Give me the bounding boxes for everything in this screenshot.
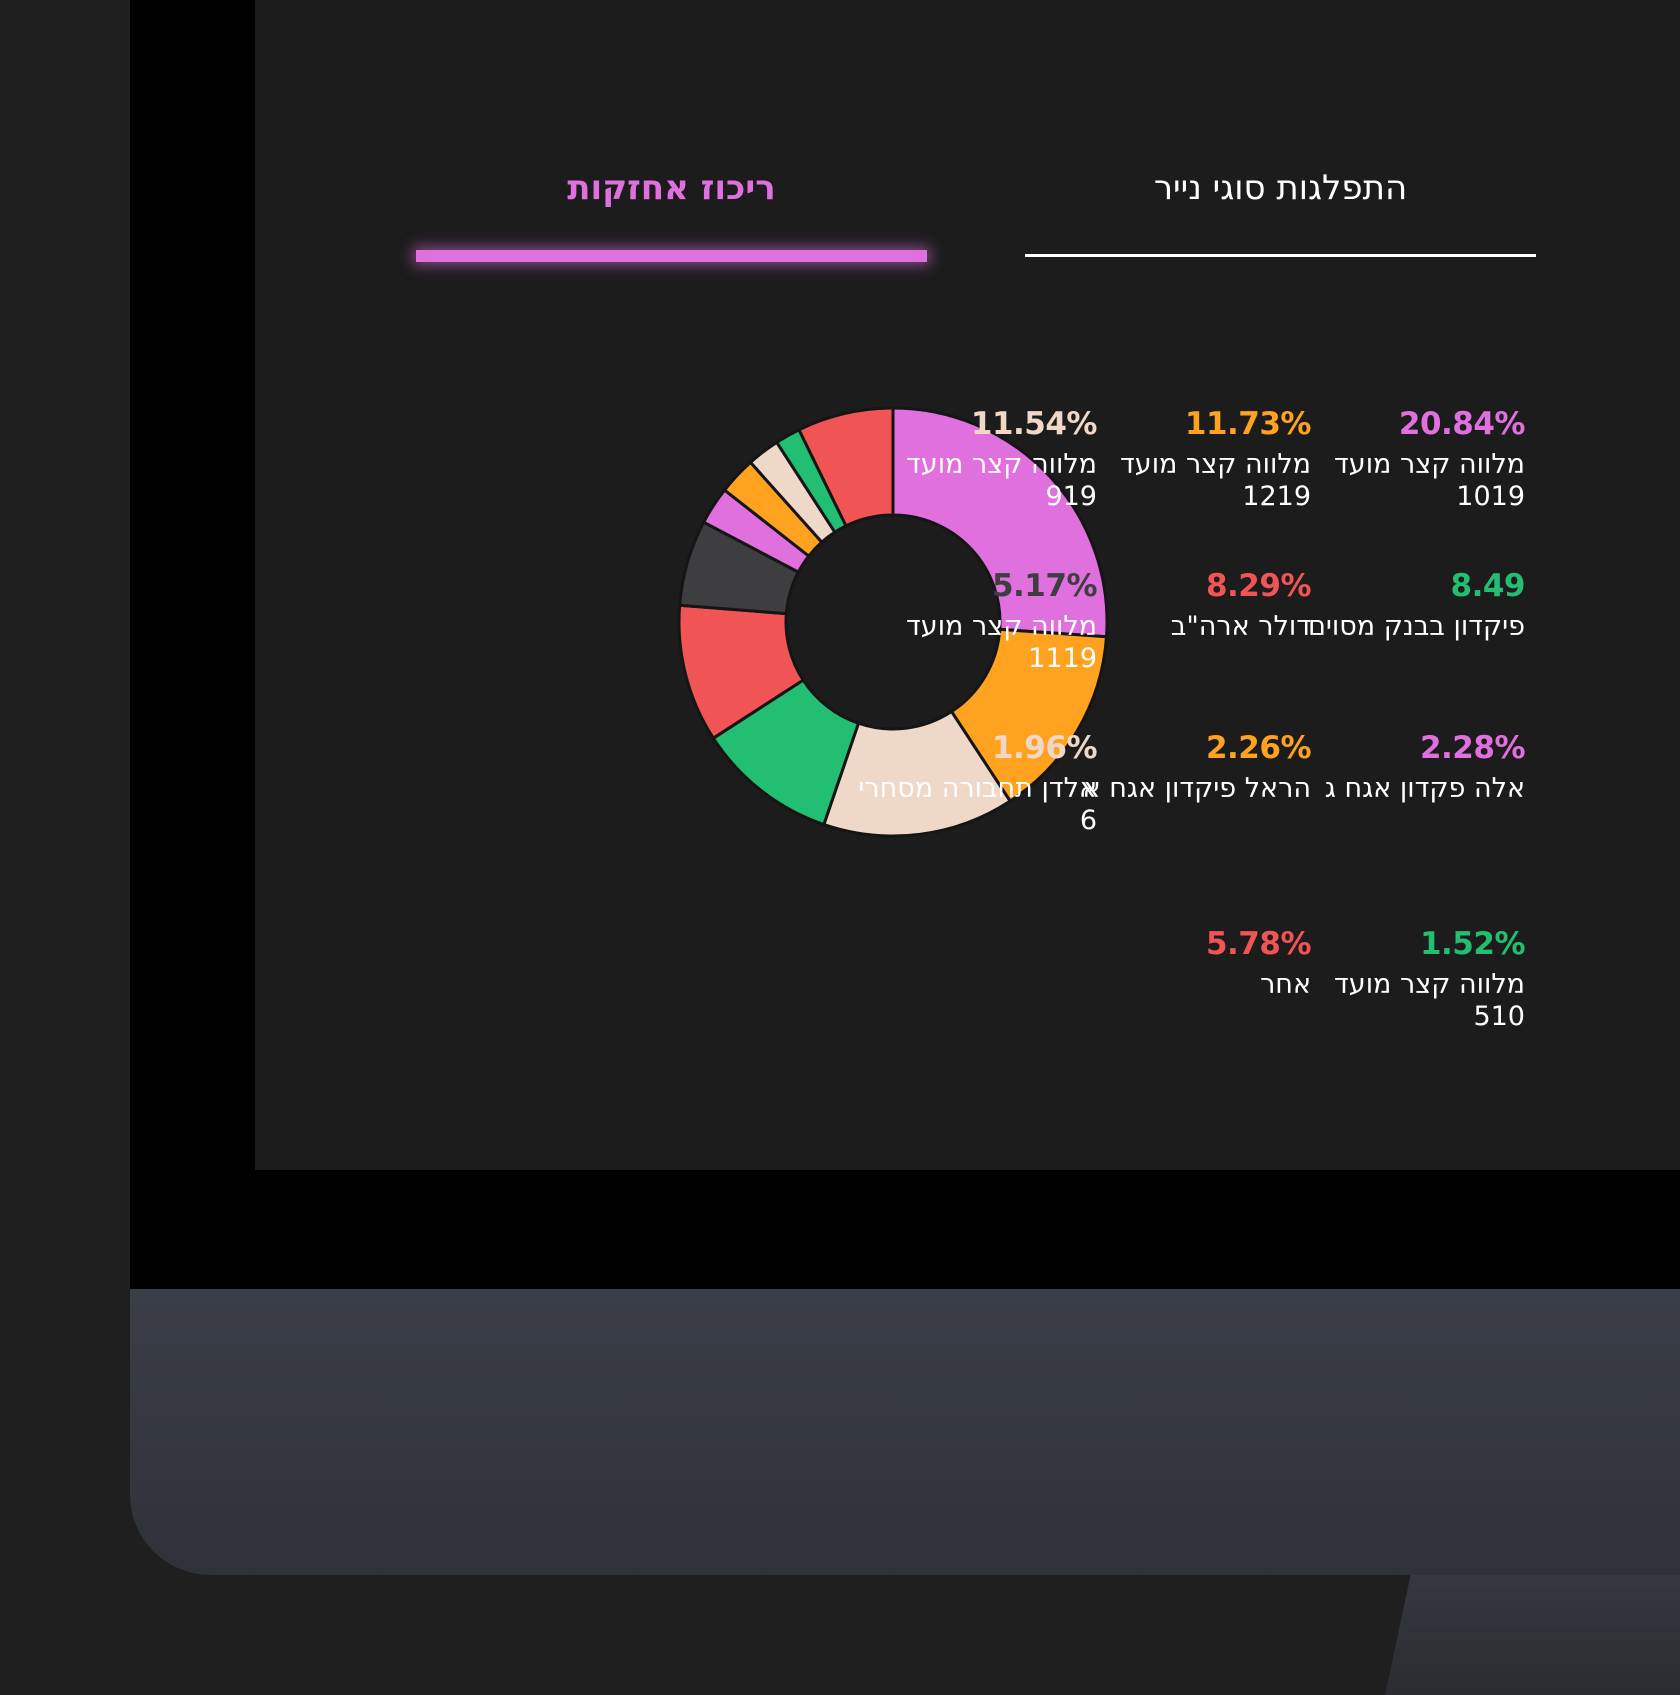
legend-value: 2.26%	[1205, 730, 1312, 766]
monitor-stand	[1385, 1575, 1680, 1695]
legend-value: 2.28%	[1419, 730, 1526, 766]
legend-item: 8.49 פיקדון בבנק מסוים	[1285, 567, 1526, 643]
legend-value: 5.78%	[1205, 926, 1312, 962]
legend-label: דולר ארה"ב	[1170, 611, 1311, 642]
legend-value: 20.84%	[1398, 406, 1526, 442]
legend-value: 11.54%	[970, 406, 1098, 442]
legend-item: 5.78% אחר	[1071, 925, 1312, 1001]
legend-item: 2.28% אלה פקדון אגח ג	[1285, 729, 1526, 805]
legend-item: 2.26% הראל פיקדון אגח א	[1071, 729, 1312, 805]
legend-value: 11.73%	[1184, 406, 1312, 442]
legend-label: אלה פקדון אגח ג	[1324, 773, 1525, 804]
tab-label: ריכוז אחזקות	[567, 168, 776, 208]
legend-label: אחר	[1260, 969, 1311, 1000]
tab-paper-type-distribution[interactable]: התפלגות סוגי נייר	[1025, 0, 1536, 260]
legend-item: 20.84% מלווה קצר מועד 1019	[1285, 405, 1525, 513]
legend-value: 5.17%	[991, 568, 1098, 604]
legend-label: מלווה קצר מועד 1019	[1334, 449, 1525, 512]
legend-label: מלווה קצר מועד 1119	[906, 611, 1097, 674]
legend-value: 1.96%	[991, 730, 1098, 766]
legend-label: מלווה קצר מועד 510	[1334, 969, 1525, 1032]
legend-label: מלווה קצר מועד 919	[906, 449, 1097, 512]
tab-active-underline	[416, 250, 927, 262]
legend-item: 11.54% מלווה קצר מועד 919	[857, 405, 1097, 513]
legend-item: 8.29% דולר ארה"ב	[1071, 567, 1312, 643]
monitor-chin	[130, 1289, 1680, 1575]
dashboard-screen: התפלגות סוגי נייר ריכוז אחזקות 20.84% מלו…	[255, 0, 1680, 1170]
legend-label: פיקדון בבנק מסוים	[1307, 611, 1525, 642]
tab-label: התפלגות סוגי נייר	[1153, 168, 1408, 208]
legend-label: אלדן תחבורה מסחרי 6	[858, 773, 1097, 836]
legend-item: 1.96% אלדן תחבורה מסחרי 6	[857, 729, 1097, 837]
legend-item: 11.73% מלווה קצר מועד 1219	[1071, 405, 1311, 513]
legend-value: 8.49	[1450, 568, 1526, 604]
legend-value: 8.29%	[1205, 568, 1312, 604]
legend-label: מלווה קצר מועד 1219	[1120, 449, 1311, 512]
legend-label: הראל פיקדון אגח א	[1082, 773, 1311, 804]
legend-item: 5.17% מלווה קצר מועד 1119	[857, 567, 1097, 675]
legend-item: 1.52% מלווה קצר מועד 510	[1285, 925, 1525, 1033]
tab-underline	[1025, 254, 1536, 257]
legend-value: 1.52%	[1419, 926, 1526, 962]
tab-holdings-concentration[interactable]: ריכוז אחזקות	[416, 0, 927, 262]
